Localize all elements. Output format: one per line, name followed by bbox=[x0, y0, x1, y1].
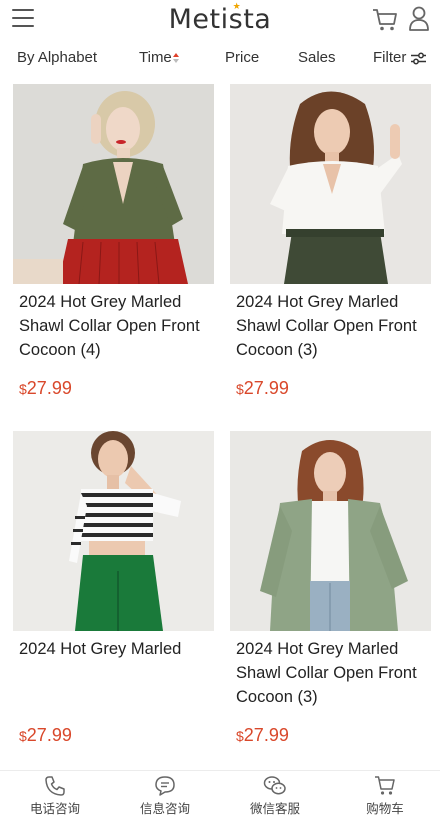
phone-icon bbox=[45, 776, 65, 796]
nav-label: 购物车 bbox=[366, 801, 404, 816]
logo-star-icon: ★ bbox=[232, 2, 242, 12]
price-currency: $ bbox=[236, 728, 244, 744]
product-image[interactable] bbox=[230, 431, 431, 631]
nav-phone-consult[interactable]: 电话咨询 bbox=[0, 775, 110, 817]
price-amount: 27.99 bbox=[243, 725, 289, 745]
bottom-nav: 电话咨询 信息咨询 微信客服 购物车 bbox=[0, 770, 440, 820]
sort-time-label: Time bbox=[139, 49, 172, 66]
sort-by-time[interactable]: Time bbox=[139, 49, 181, 66]
nav-shopping-cart[interactable]: 购物车 bbox=[330, 775, 440, 817]
filter-sliders-icon bbox=[411, 52, 427, 64]
nav-label: 微信客服 bbox=[249, 801, 300, 816]
product-price: $27.99 bbox=[236, 378, 289, 399]
product-card[interactable]: 2024 Hot Grey Marled Shawl Collar Open F… bbox=[230, 84, 431, 398]
price-amount: 27.99 bbox=[26, 725, 72, 745]
price-amount: 27.99 bbox=[26, 378, 72, 398]
sort-by-alphabet[interactable]: By Alphabet bbox=[17, 49, 97, 66]
price-currency: $ bbox=[19, 381, 27, 397]
nav-label: 电话咨询 bbox=[29, 801, 80, 816]
header: Metista ★ bbox=[0, 0, 440, 40]
product-price: $27.99 bbox=[19, 725, 72, 746]
cart-icon[interactable] bbox=[372, 8, 398, 32]
product-title[interactable]: 2024 Hot Grey Marled bbox=[13, 637, 214, 661]
cart-icon bbox=[375, 776, 395, 795]
logo-text: Metista bbox=[168, 4, 272, 35]
product-card[interactable]: 2024 Hot Grey Marled Shawl Collar Open F… bbox=[13, 84, 214, 398]
product-price: $27.99 bbox=[19, 378, 72, 399]
sort-by-sales[interactable]: Sales bbox=[298, 49, 336, 66]
nav-wechat-service[interactable]: 微信客服 bbox=[220, 775, 330, 817]
filter-button[interactable]: Filter bbox=[373, 49, 427, 66]
price-amount: 27.99 bbox=[243, 378, 289, 398]
filter-label: Filter bbox=[373, 49, 407, 66]
sort-by-price[interactable]: Price bbox=[225, 49, 259, 66]
product-card[interactable]: 2024 Hot Grey Marled $27.99 bbox=[13, 431, 214, 745]
product-title[interactable]: 2024 Hot Grey Marled Shawl Collar Open F… bbox=[230, 290, 431, 362]
sort-bar: By Alphabet Time Price Sales Filter bbox=[0, 44, 440, 72]
product-image[interactable] bbox=[13, 84, 214, 284]
nav-label: 信息咨询 bbox=[139, 801, 190, 816]
nav-message-consult[interactable]: 信息咨询 bbox=[110, 775, 220, 817]
product-title[interactable]: 2024 Hot Grey Marled Shawl Collar Open F… bbox=[13, 290, 214, 362]
product-price: $27.99 bbox=[236, 725, 289, 746]
product-card[interactable]: 2024 Hot Grey Marled Shawl Collar Open F… bbox=[230, 431, 431, 745]
sort-arrows-icon bbox=[172, 53, 181, 64]
price-currency: $ bbox=[19, 728, 27, 744]
wechat-icon bbox=[263, 776, 286, 795]
price-currency: $ bbox=[236, 381, 244, 397]
product-image[interactable] bbox=[230, 84, 431, 284]
chat-bubble-icon bbox=[155, 776, 175, 796]
product-image[interactable] bbox=[13, 431, 214, 631]
user-icon[interactable] bbox=[408, 6, 430, 32]
product-title[interactable]: 2024 Hot Grey Marled Shawl Collar Open F… bbox=[230, 637, 431, 709]
